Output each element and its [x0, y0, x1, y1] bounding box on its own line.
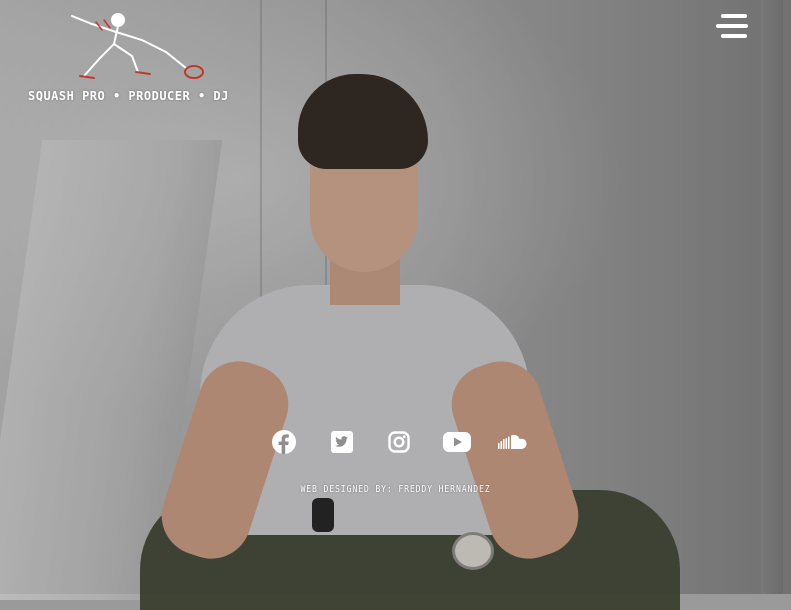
hamburger-menu-icon: [721, 14, 747, 18]
soundcloud-icon: [498, 434, 527, 449]
hamburger-menu-button[interactable]: [716, 14, 750, 40]
site-logo[interactable]: SQUASH PRO • PRODUCER • DJ: [26, 6, 229, 106]
soundcloud-link[interactable]: [498, 427, 530, 457]
instagram-link[interactable]: [383, 427, 415, 457]
youtube-link[interactable]: [441, 427, 473, 457]
instagram-icon: [388, 431, 410, 453]
logo-tagline: SQUASH PRO • PRODUCER • DJ: [28, 89, 229, 103]
facebook-icon: [272, 430, 296, 454]
twitter-icon: [330, 431, 353, 453]
squash-player-logo-icon: [71, 13, 204, 79]
web-designer-credit: WEB DESIGNED BY: FREDDY HERNANDEZ: [300, 484, 491, 495]
facebook-link[interactable]: [268, 427, 300, 457]
twitter-link[interactable]: [326, 427, 358, 457]
social-links: [268, 426, 530, 458]
youtube-icon: [442, 432, 471, 452]
